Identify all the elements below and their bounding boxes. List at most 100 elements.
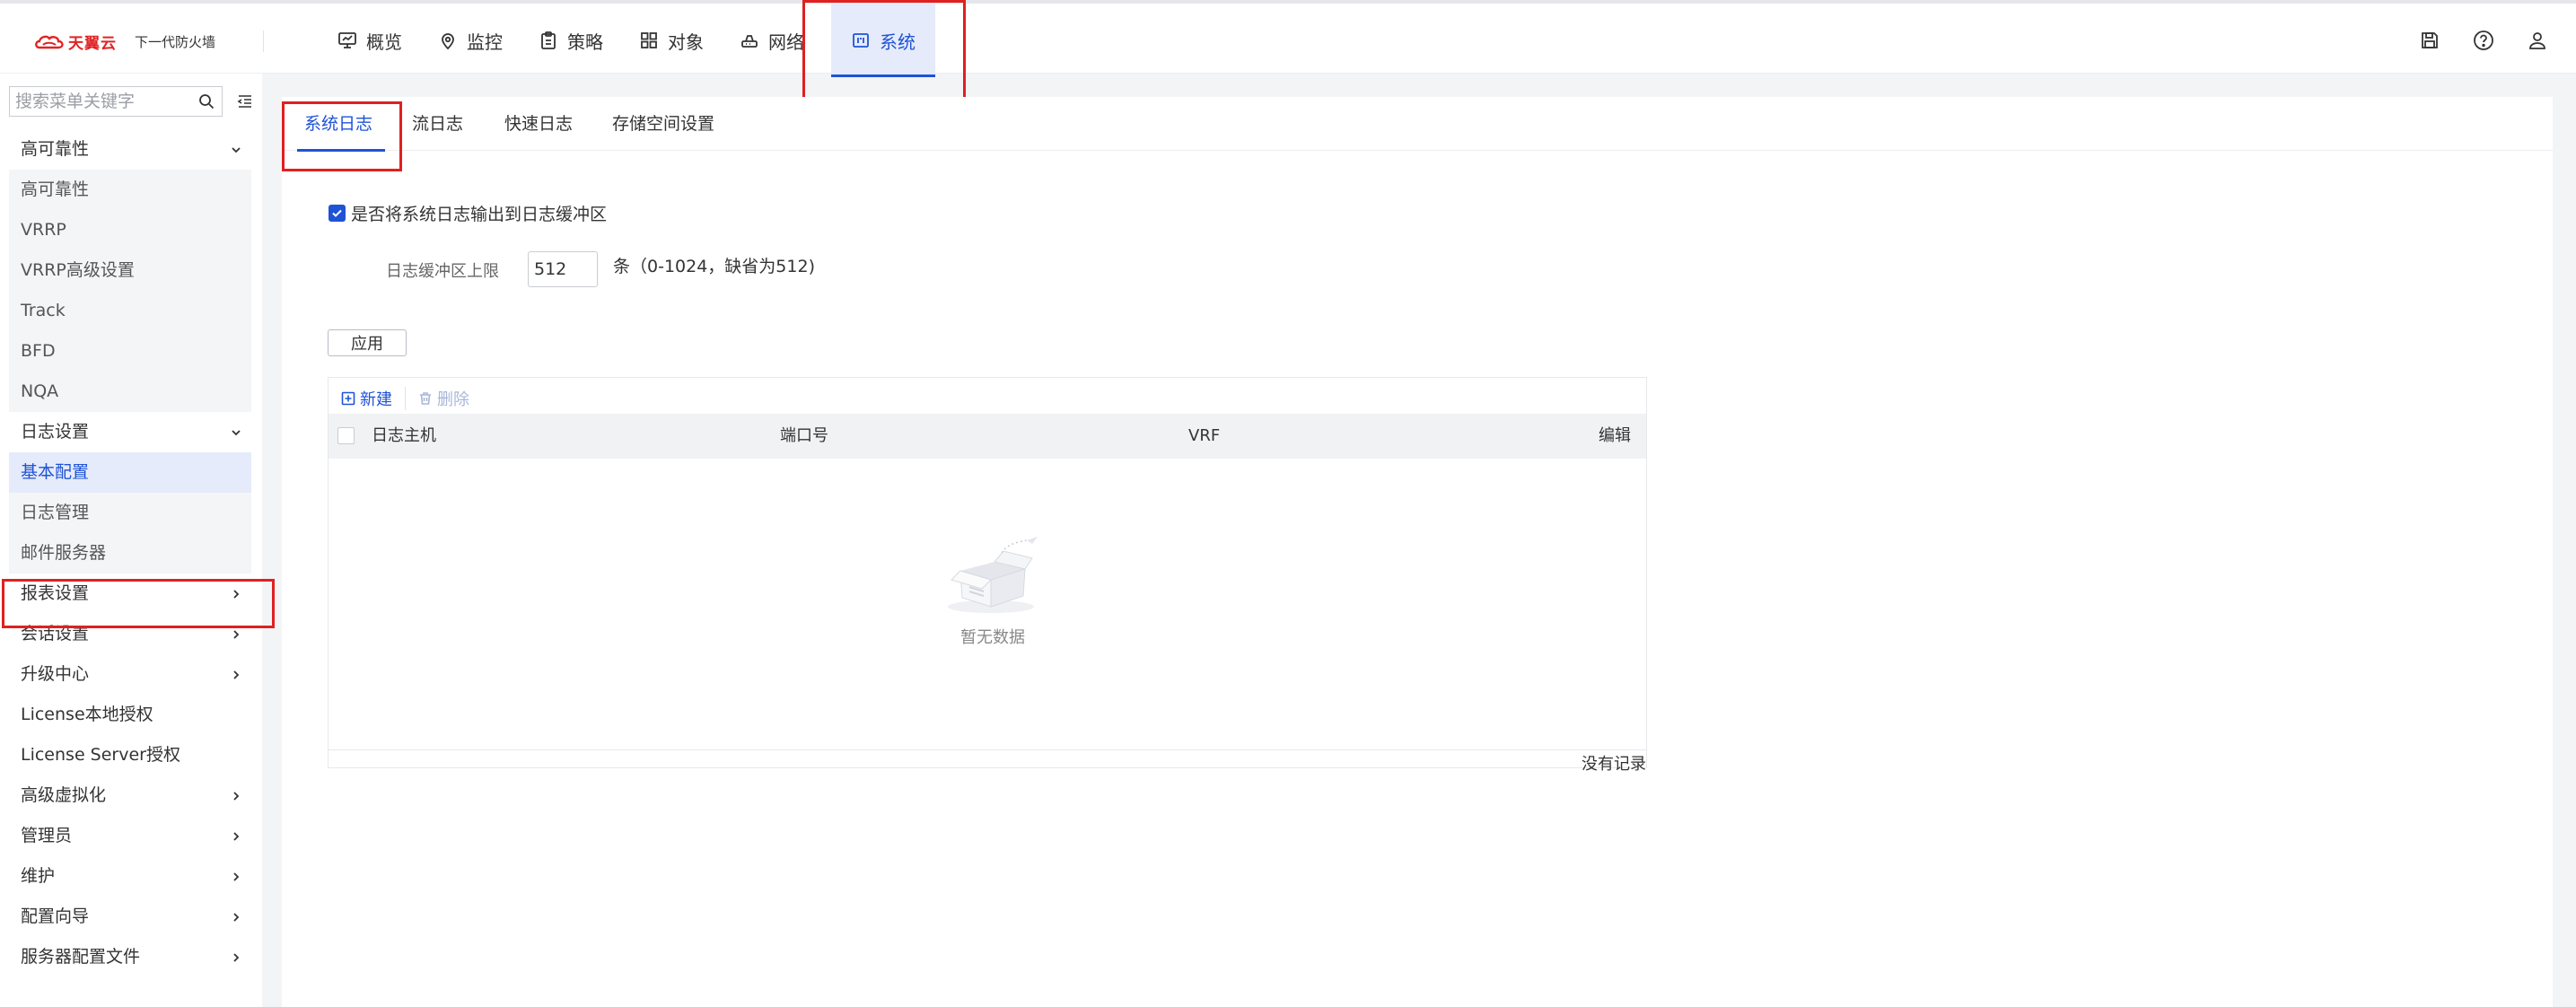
location-icon	[442, 33, 454, 50]
chevron-right-icon	[233, 630, 240, 639]
sidebar-group-advanced-virtualization[interactable]: 高级虚拟化	[9, 775, 251, 816]
user-icon[interactable]	[2526, 29, 2549, 52]
chevron-right-icon	[233, 832, 240, 841]
select-all-checkbox[interactable]	[337, 427, 355, 444]
chevron-right-icon	[233, 670, 240, 679]
sidebar-item-license-server[interactable]: License Server授权	[9, 735, 251, 775]
sidebar-item-label: 高可靠性	[21, 139, 90, 159]
sidebar-item-label: 日志管理	[21, 503, 90, 522]
nav-object[interactable]: 对象	[621, 4, 722, 77]
tab-system-log[interactable]: 系统日志	[296, 97, 386, 152]
buffer-limit-input[interactable]	[528, 251, 598, 287]
menu-search-input[interactable]	[10, 87, 189, 116]
new-button-label: 新建	[360, 390, 392, 409]
sidebar-item-track[interactable]: Track	[9, 291, 251, 331]
log-buffer-checkbox-label: 是否将系统日志输出到日志缓冲区	[351, 205, 608, 224]
tab-storage-settings[interactable]: 存储空间设置	[612, 97, 714, 151]
column-header-port: 端口号	[780, 426, 828, 445]
log-host-table: 新建 删除 日志主机 端口号 VRF 编辑 暂无数据 没有记录	[328, 377, 1647, 774]
delete-button-label: 删除	[437, 390, 469, 409]
sidebar-item-label: 高可靠性	[21, 180, 90, 199]
sidebar-item-vrrp[interactable]: VRRP	[9, 210, 251, 250]
sidebar-item-license-local[interactable]: License本地授权	[9, 695, 251, 735]
chevron-right-icon	[233, 913, 240, 922]
search-icon[interactable]	[198, 93, 215, 109]
sidebar-item-label: 配置向导	[21, 906, 90, 926]
nav-policy[interactable]: 策略	[521, 4, 621, 77]
sidebar-item-label: License本地授权	[21, 705, 153, 724]
cloud-logo-icon	[35, 35, 64, 48]
logo-divider	[263, 31, 264, 52]
nav-overview[interactable]: 概览	[320, 4, 420, 77]
column-header-edit: 编辑	[1599, 426, 1631, 445]
column-header-log-host: 日志主机	[372, 426, 436, 445]
nav-system[interactable]: 系统	[831, 4, 935, 77]
sidebar-item-nqa[interactable]: NQA	[9, 372, 251, 412]
new-button[interactable]: 新建	[341, 387, 392, 410]
system-icon	[853, 33, 869, 48]
sidebar-group-log-settings[interactable]: 日志设置	[9, 412, 251, 452]
checkmark-icon	[332, 209, 342, 217]
add-icon	[341, 391, 355, 406]
sidebar-item-label: 维护	[21, 866, 56, 886]
sidebar-item-label: 高级虚拟化	[21, 785, 107, 805]
sidebar-item-label: NQA	[21, 381, 59, 401]
nav-object-label: 对象	[668, 31, 704, 53]
empty-state-text: 暂无数据	[960, 628, 1025, 647]
sidebar-group-upgrade-center[interactable]: 升级中心	[9, 654, 251, 695]
monitor-icon	[338, 32, 356, 48]
save-icon[interactable]	[2418, 29, 2441, 52]
buffer-limit-label: 日志缓冲区上限	[386, 262, 499, 281]
sidebar-item-mail-server[interactable]: 邮件服务器	[9, 533, 251, 574]
tab-flow-log[interactable]: 流日志	[412, 97, 463, 151]
table-footer-divider	[329, 749, 1646, 750]
table-header: 日志主机 端口号 VRF 编辑	[329, 414, 1646, 459]
sidebar-item-label: License Server授权	[21, 745, 180, 765]
grid-icon	[641, 32, 657, 48]
sidebar-item-label: BFD	[21, 341, 56, 361]
sidebar-item-label: 日志设置	[21, 422, 90, 442]
sidebar-item-label: VRRP高级设置	[21, 260, 135, 280]
sidebar-group-session-settings[interactable]: 会话设置	[9, 614, 251, 654]
chevron-right-icon	[233, 953, 240, 962]
sidebar-group-high-availability[interactable]: 高可靠性	[9, 129, 251, 170]
apply-button[interactable]: 应用	[328, 329, 407, 356]
sidebar-item-basic-config[interactable]: 基本配置	[9, 452, 251, 493]
sidebar-item-high-availability[interactable]: 高可靠性	[9, 170, 251, 210]
chevron-down-icon	[232, 430, 241, 436]
sidebar-item-label: 服务器配置文件	[21, 947, 141, 967]
sidebar-item-label: 升级中心	[21, 664, 90, 684]
sidebar-item-label: 报表设置	[21, 583, 90, 603]
sidebar-item-bfd[interactable]: BFD	[9, 331, 251, 372]
record-count: 没有记录	[1582, 755, 1646, 774]
tab-fast-log[interactable]: 快速日志	[504, 97, 573, 151]
brand-name: 天翼云	[68, 35, 117, 53]
sidebar-group-config-wizard[interactable]: 配置向导	[9, 897, 251, 937]
log-buffer-option: 是否将系统日志输出到日志缓冲区	[329, 201, 607, 225]
chevron-right-icon	[233, 872, 240, 881]
sidebar-item-label: VRRP	[21, 220, 66, 240]
sidebar: 高可靠性 高可靠性 VRRP VRRP高级设置 Track BFD NQA 日志…	[0, 74, 275, 1007]
clipboard-icon	[541, 31, 556, 49]
sidebar-item-label: 管理员	[21, 826, 73, 845]
chevron-right-icon	[233, 792, 240, 801]
logo: 天翼云 下一代防火墙	[34, 31, 215, 53]
sidebar-item-log-management[interactable]: 日志管理	[9, 493, 251, 533]
top-navigation-bar: 天翼云 下一代防火墙 概览 监控 策略 对象 网络 系统	[0, 0, 2576, 77]
empty-box-icon	[948, 537, 1038, 613]
sidebar-item-label: 基本配置	[21, 462, 90, 482]
collapse-sidebar-icon[interactable]	[237, 93, 253, 109]
log-buffer-checkbox[interactable]	[329, 205, 346, 222]
sidebar-item-label: 会话设置	[21, 624, 90, 644]
help-icon[interactable]	[2472, 29, 2495, 52]
nav-network[interactable]: 网络	[722, 4, 822, 77]
sidebar-group-admin[interactable]: 管理员	[9, 816, 251, 856]
delete-button[interactable]: 删除	[405, 387, 469, 410]
sidebar-group-report-settings[interactable]: 报表设置	[9, 574, 251, 614]
sidebar-item-vrrp-advanced[interactable]: VRRP高级设置	[9, 250, 251, 291]
sidebar-group-server-config-file[interactable]: 服务器配置文件	[9, 937, 251, 977]
empty-state: 暂无数据	[939, 535, 1047, 648]
nav-system-label: 系统	[880, 31, 916, 53]
nav-monitor[interactable]: 监控	[420, 4, 521, 77]
sidebar-group-maintenance[interactable]: 维护	[9, 856, 251, 897]
